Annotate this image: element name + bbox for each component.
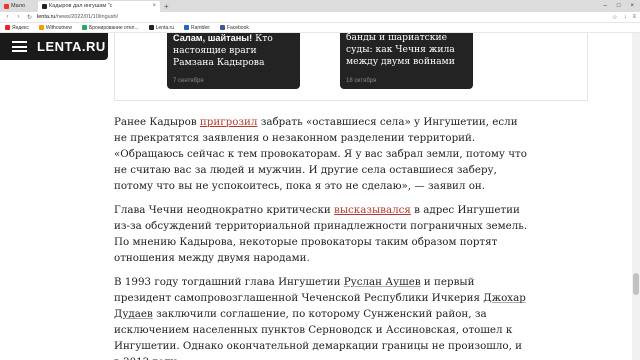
article-link[interactable]: высказывался — [334, 204, 411, 216]
new-tab-button[interactable]: + — [160, 1, 173, 12]
bookmark-item[interactable]: Яндекс — [5, 25, 29, 31]
related-card[interactable]: банды и шариатские суды: как Чечня жила … — [340, 33, 473, 89]
related-cards: Салам, шайтаны! Кто настоящие враги Рамз… — [114, 33, 588, 101]
related-card[interactable]: Салам, шайтаны! Кто настоящие враги Рамз… — [167, 33, 300, 89]
lenta-icon — [148, 25, 154, 30]
card-date: 18 октября — [346, 78, 377, 84]
hamburger-menu-icon[interactable] — [12, 41, 27, 52]
article-body: Ранее Кадыров пригрозил забрать «оставши… — [114, 114, 528, 360]
address-bar: ‹ › ↻ lenta.ru/news/2022/01/10/ingush/ ☆… — [0, 12, 640, 23]
article-paragraph: Глава Чечни неоднократно критически выск… — [114, 204, 528, 264]
tab-label: Мало — [11, 3, 26, 9]
site-header: LENTA.RU — [0, 33, 108, 60]
browser-tab-bar: Мало Кадыров дал ингушам "с × + – □ × — [0, 0, 640, 12]
url-domain: lenta.ru — [37, 14, 56, 20]
close-tab-icon[interactable]: × — [152, 1, 156, 12]
url-path: /news/2022/01/10/ingush/ — [55, 14, 119, 20]
minimize-icon[interactable]: – — [604, 3, 607, 9]
bookmark-star-icon[interactable]: ☆ — [612, 14, 617, 21]
article-paragraph: В 1993 году тогдашний глава Ингушетии Ру… — [114, 276, 526, 360]
card-title: Салам, шайтаны! Кто настоящие враги Рамз… — [173, 33, 273, 68]
download-icon[interactable]: ↓ — [623, 14, 626, 21]
page-viewport: LENTA.RU Салам, шайтаны! Кто настоящие в… — [0, 33, 632, 360]
facebook-icon — [219, 25, 225, 30]
bookmark-item[interactable]: Facebook — [219, 25, 249, 31]
card-date: 7 сентября — [173, 78, 204, 84]
menu-icon[interactable]: ≡ — [632, 14, 636, 21]
bookmark-item[interactable]: Lenta.ru — [148, 25, 174, 31]
article-link[interactable]: пригрозил — [200, 116, 258, 128]
window-controls: – □ × — [604, 0, 640, 12]
close-window-icon[interactable]: × — [630, 3, 634, 9]
yandex-icon — [5, 25, 10, 30]
scrollbar-thumb[interactable] — [633, 273, 639, 295]
site-logo[interactable]: LENTA.RU — [37, 39, 106, 54]
page-scrollbar[interactable] — [632, 33, 640, 360]
site-favicon-icon — [4, 4, 9, 9]
article-paragraph: Ранее Кадыров пригрозил забрать «оставши… — [114, 116, 527, 192]
maximize-icon[interactable]: □ — [617, 3, 621, 9]
bookmarks-bar: Яндекс Withoutnew Бронирование отел... L… — [0, 23, 640, 33]
browser-tab-active[interactable]: Кадыров дал ингушам "с × — [38, 1, 160, 12]
url-field[interactable]: lenta.ru/news/2022/01/10/ingush/ — [37, 14, 608, 20]
bookmark-icon — [38, 25, 44, 30]
bookmark-item[interactable]: Rambler — [183, 25, 210, 31]
browser-tab[interactable]: Мало — [0, 1, 38, 12]
back-icon[interactable]: ‹ — [4, 14, 11, 20]
reload-icon[interactable]: ↻ — [26, 14, 33, 21]
bookmark-icon — [81, 25, 87, 30]
bookmark-item[interactable]: Withoutnew — [38, 25, 72, 31]
tab-label: Кадыров дал ингушам "с — [49, 3, 113, 9]
bookmark-item[interactable]: Бронирование отел... — [81, 25, 139, 31]
site-favicon-icon — [42, 4, 47, 9]
forward-icon[interactable]: › — [15, 14, 22, 20]
rambler-icon — [183, 25, 189, 30]
person-link[interactable]: Руслан Аушев — [344, 276, 421, 288]
card-title: банды и шариатские суды: как Чечня жила … — [346, 33, 455, 67]
